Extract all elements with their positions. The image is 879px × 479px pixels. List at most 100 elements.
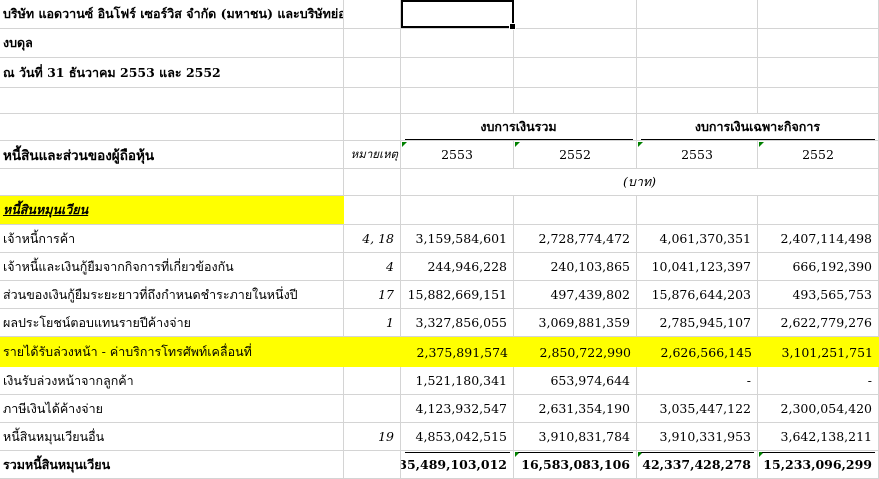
cell-empty[interactable]	[0, 88, 344, 114]
row-note[interactable]: 19	[344, 423, 401, 451]
section-current-liabilities[interactable]: หนี้สินหมุนเวียน	[0, 196, 344, 225]
cell-empty[interactable]	[344, 88, 401, 114]
value-cell[interactable]: 2,850,722,990	[514, 337, 637, 367]
total-value[interactable]: 42,337,428,278	[637, 451, 758, 479]
cell-empty[interactable]	[758, 0, 879, 29]
total-value[interactable]: 35,489,103,012	[401, 451, 514, 479]
section-title[interactable]: หนี้สินและส่วนของผู้ถือหุ้น	[0, 141, 344, 169]
cell-empty[interactable]	[637, 29, 758, 58]
value-cell[interactable]: 2,626,566,145	[637, 337, 758, 367]
cell-empty[interactable]	[514, 0, 637, 29]
row-note[interactable]: 1	[344, 309, 401, 337]
value-cell[interactable]: 2,631,354,190	[514, 395, 637, 423]
unit-label[interactable]: (บาท)	[401, 169, 879, 196]
cell-empty[interactable]	[514, 58, 637, 88]
cell-empty[interactable]	[344, 58, 401, 88]
value-cell[interactable]: 244,946,228	[401, 253, 514, 281]
note-header[interactable]: หมายเหตุ	[344, 141, 401, 169]
row-label[interactable]: ผลประโยชน์ตอบแทนรายปีค้างจ่าย	[0, 309, 344, 337]
row-label[interactable]: หนี้สินหมุนเวียนอื่น	[0, 423, 344, 451]
cell-empty[interactable]	[637, 0, 758, 29]
company-name[interactable]: บริษัท แอดวานซ์ อินโฟร์ เซอร์วิส จำกัด (…	[0, 0, 344, 29]
value-cell[interactable]: 3,910,331,953	[637, 423, 758, 451]
value-cell[interactable]: 3,159,584,601	[401, 225, 514, 253]
value-cell[interactable]: 2,407,114,498	[758, 225, 879, 253]
cell-empty[interactable]	[758, 58, 879, 88]
cell-empty[interactable]	[344, 29, 401, 58]
row-note[interactable]	[344, 395, 401, 423]
row-label[interactable]: เจ้าหนี้การค้า	[0, 225, 344, 253]
cell-empty[interactable]	[514, 88, 637, 114]
value-cell[interactable]: 2,728,774,472	[514, 225, 637, 253]
value-cell[interactable]: 4,853,042,515	[401, 423, 514, 451]
value-cell[interactable]: 497,439,802	[514, 281, 637, 309]
total-value[interactable]: 15,233,096,299	[758, 451, 879, 479]
cell-empty[interactable]	[401, 196, 514, 225]
cell-empty[interactable]	[637, 196, 758, 225]
cell-empty[interactable]	[344, 0, 401, 29]
cell-empty[interactable]	[401, 88, 514, 114]
cell-empty[interactable]	[637, 88, 758, 114]
cell-empty[interactable]	[344, 169, 401, 196]
statement-title[interactable]: งบดุล	[0, 29, 344, 58]
cell-empty[interactable]	[401, 58, 514, 88]
total-value[interactable]: 16,583,083,106	[514, 451, 637, 479]
value-cell[interactable]: 666,192,390	[758, 253, 879, 281]
total-label[interactable]: รวมหนี้สินหมุนเวียน	[0, 451, 344, 479]
value-cell[interactable]: -	[758, 367, 879, 395]
header-consolidated[interactable]: งบการเงินรวม	[401, 114, 637, 141]
cell-empty[interactable]	[344, 114, 401, 141]
row-note[interactable]: 4	[344, 253, 401, 281]
value-cell[interactable]: -	[637, 367, 758, 395]
cell-empty[interactable]	[514, 29, 637, 58]
row-note[interactable]	[344, 337, 401, 367]
value-cell[interactable]: 4,061,370,351	[637, 225, 758, 253]
active-cell-cursor[interactable]	[401, 0, 516, 30]
value-cell[interactable]: 3,101,251,751	[758, 337, 879, 367]
value-cell[interactable]: 3,035,447,122	[637, 395, 758, 423]
row-note[interactable]: 4, 18	[344, 225, 401, 253]
cell-empty[interactable]	[0, 114, 344, 141]
value-cell[interactable]: 1,521,180,341	[401, 367, 514, 395]
value-cell[interactable]: 240,103,865	[514, 253, 637, 281]
value-cell[interactable]: 2,300,054,420	[758, 395, 879, 423]
value-cell[interactable]: 493,565,753	[758, 281, 879, 309]
value-cell[interactable]: 653,974,644	[514, 367, 637, 395]
cell-empty[interactable]	[401, 29, 514, 58]
cell-empty[interactable]	[0, 169, 344, 196]
value-cell[interactable]: 2,622,779,276	[758, 309, 879, 337]
value-cell[interactable]: 3,910,831,784	[514, 423, 637, 451]
row-note[interactable]	[344, 367, 401, 395]
row-label[interactable]: รายได้รับล่วงหน้า - ค่าบริการโทรศัพท์เคล…	[0, 337, 344, 367]
cell-empty[interactable]	[758, 29, 879, 58]
value-cell[interactable]: 15,876,644,203	[637, 281, 758, 309]
year-label: 2552	[802, 147, 834, 162]
cell-empty[interactable]	[758, 88, 879, 114]
year-header[interactable]: 2552	[514, 141, 637, 169]
cell-empty[interactable]	[758, 196, 879, 225]
header-separate[interactable]: งบการเงินเฉพาะกิจการ	[637, 114, 879, 141]
year-header[interactable]: 2553	[637, 141, 758, 169]
year-label: 2552	[559, 147, 591, 162]
value-cell[interactable]: 10,041,123,397	[637, 253, 758, 281]
value-cell[interactable]: 4,123,932,547	[401, 395, 514, 423]
cell-empty[interactable]	[637, 58, 758, 88]
cell-empty[interactable]	[514, 196, 637, 225]
date-line[interactable]: ณ วันที่ 31 ธันวาคม 2553 และ 2552	[0, 58, 344, 88]
value-cell[interactable]: 3,327,856,055	[401, 309, 514, 337]
value-cell[interactable]: 15,882,669,151	[401, 281, 514, 309]
row-label[interactable]: ภาษีเงินได้ค้างจ่าย	[0, 395, 344, 423]
value-cell[interactable]: 3,642,138,211	[758, 423, 879, 451]
cell-empty[interactable]	[344, 196, 401, 225]
row-label[interactable]: เงินรับล่วงหน้าจากลูกค้า	[0, 367, 344, 395]
row-label[interactable]: ส่วนของเงินกู้ยืมระยะยาวที่ถึงกำหนดชำระภ…	[0, 281, 344, 309]
value-cell[interactable]: 2,375,891,574	[401, 337, 514, 367]
value-cell[interactable]: 2,785,945,107	[637, 309, 758, 337]
row-group-headers: งบการเงินรวม งบการเงินเฉพาะกิจการ	[0, 114, 879, 141]
value-cell[interactable]: 3,069,881,359	[514, 309, 637, 337]
year-header[interactable]: 2553	[401, 141, 514, 169]
cell-empty[interactable]	[344, 451, 401, 479]
row-label[interactable]: เจ้าหนี้และเงินกู้ยืมจากกิจการที่เกี่ยวข…	[0, 253, 344, 281]
row-note[interactable]: 17	[344, 281, 401, 309]
year-header[interactable]: 2552	[758, 141, 879, 169]
